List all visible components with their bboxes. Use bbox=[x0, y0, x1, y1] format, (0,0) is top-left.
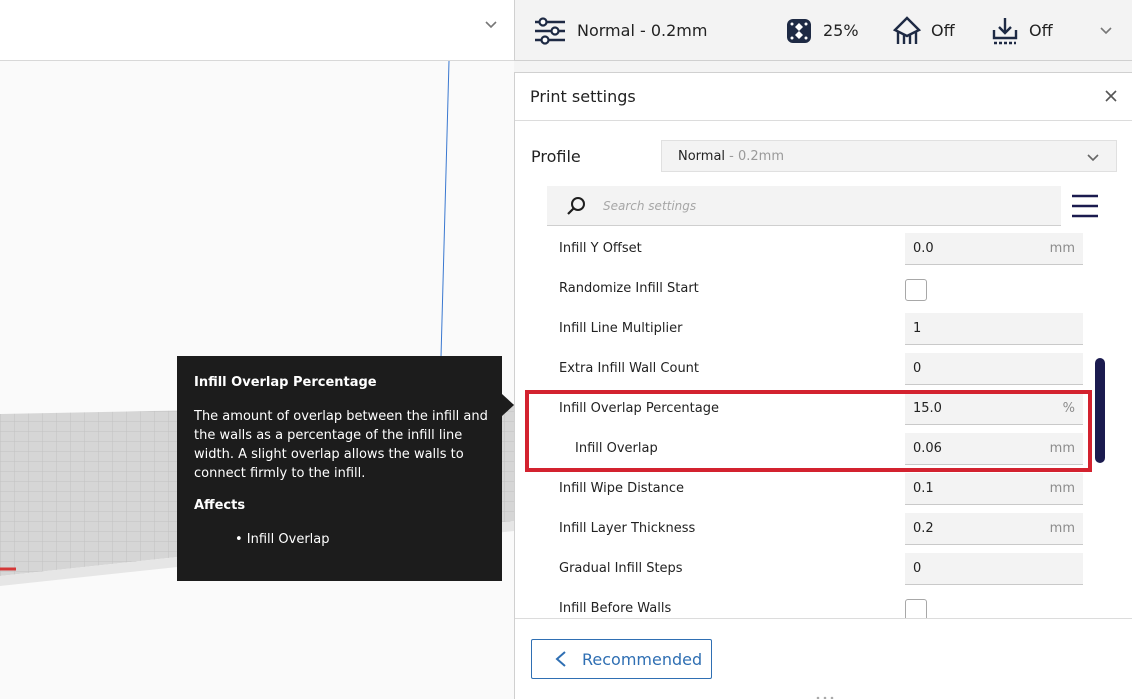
chevron-down-icon[interactable] bbox=[484, 18, 498, 32]
setting-tooltip: Infill Overlap Percentage The amount of … bbox=[177, 356, 502, 581]
support-icon bbox=[893, 15, 921, 44]
profile-label: Profile bbox=[531, 147, 581, 166]
chevron-left-icon bbox=[555, 651, 566, 667]
setting-label: Gradual Infill Steps bbox=[559, 561, 683, 576]
header-expand[interactable] bbox=[1099, 0, 1113, 61]
setting-value: 1 bbox=[913, 321, 922, 336]
chevron-down-icon[interactable] bbox=[1099, 24, 1113, 38]
tooltip-arrow bbox=[502, 394, 514, 416]
recommended-button-label: Recommended bbox=[582, 649, 703, 669]
search-icon bbox=[567, 197, 585, 215]
setting-unit: mm bbox=[1049, 241, 1075, 256]
header-infill-text: 25% bbox=[823, 21, 859, 40]
setting-input[interactable]: 0 bbox=[905, 353, 1083, 385]
adhesion-icon bbox=[992, 17, 1018, 44]
setting-row: Extra Infill Wall Count 0 bbox=[515, 353, 1132, 393]
setting-label: Infill Line Multiplier bbox=[559, 321, 683, 336]
setting-unit: mm bbox=[1049, 441, 1075, 456]
setting-input[interactable]: 0.06 mm bbox=[905, 433, 1083, 465]
setting-value: 0.1 bbox=[913, 481, 934, 496]
setting-input[interactable]: 0.2 mm bbox=[905, 513, 1083, 545]
setting-label: Extra Infill Wall Count bbox=[559, 361, 700, 376]
setting-unit: % bbox=[1062, 401, 1075, 416]
header-profile[interactable]: Normal - 0.2mm bbox=[533, 0, 707, 61]
setting-value: 0 bbox=[913, 561, 922, 576]
setting-unit: mm bbox=[1049, 521, 1075, 536]
setting-value: 0.06 bbox=[913, 441, 942, 456]
setting-value: 0.2 bbox=[913, 521, 934, 536]
setting-label: Randomize Infill Start bbox=[559, 281, 699, 296]
setting-row: Infill Before Walls bbox=[515, 593, 1132, 618]
settings-scrollbar[interactable] bbox=[1095, 358, 1105, 463]
setting-checkbox[interactable] bbox=[905, 279, 927, 301]
print-settings-panel: Print settings Profile Normal - 0.2mm In… bbox=[514, 72, 1132, 699]
profile-dropdown-value: Normal - 0.2mm bbox=[678, 149, 785, 164]
recommended-button[interactable]: Recommended bbox=[531, 639, 712, 679]
setting-value: 0 bbox=[913, 361, 922, 376]
setting-input[interactable]: 1 bbox=[905, 313, 1083, 345]
chevron-down-icon bbox=[1087, 154, 1099, 162]
setting-label: Infill Wipe Distance bbox=[559, 481, 685, 496]
setting-row: Infill Line Multiplier 1 bbox=[515, 313, 1132, 353]
tooltip-title: Infill Overlap Percentage bbox=[194, 375, 377, 390]
setting-row: Infill Overlap Percentage 15.0% bbox=[515, 393, 1132, 433]
setting-input[interactable]: 0 bbox=[905, 553, 1083, 585]
print-settings-header[interactable]: Normal - 0.2mm 25% Off Off bbox=[514, 0, 1132, 61]
setting-input[interactable]: 15.0% bbox=[905, 393, 1083, 425]
infill-icon bbox=[787, 18, 811, 43]
header-adhesion[interactable]: Off bbox=[991, 0, 1053, 61]
settings-list[interactable]: Infill Y Offset 0.0 mm Randomize Infill Sta… bbox=[515, 233, 1132, 618]
close-icon[interactable] bbox=[1104, 89, 1118, 103]
sliders-icon bbox=[535, 16, 565, 45]
setting-label: Infill Layer Thickness bbox=[559, 521, 696, 536]
panel-footer: Recommended bbox=[515, 618, 1132, 699]
search-input[interactable] bbox=[603, 194, 1043, 218]
setting-row: Infill Y Offset 0.0 mm bbox=[515, 233, 1132, 273]
setting-input[interactable]: 0.0 mm bbox=[905, 233, 1083, 265]
header-infill[interactable]: 25% bbox=[785, 0, 859, 61]
tooltip-affected-item: • Infill Overlap bbox=[235, 532, 330, 547]
header-support[interactable]: Off bbox=[893, 0, 955, 61]
setting-input[interactable]: 0.1 mm bbox=[905, 473, 1083, 505]
menu-icon[interactable] bbox=[1071, 193, 1099, 219]
setting-value: 0.0 bbox=[913, 241, 934, 256]
search-box[interactable] bbox=[547, 186, 1061, 226]
machine-selector-bar[interactable] bbox=[0, 0, 514, 61]
header-support-text: Off bbox=[931, 21, 955, 40]
setting-checkbox[interactable] bbox=[905, 599, 927, 618]
setting-label: Infill Before Walls bbox=[559, 601, 672, 616]
header-adhesion-text: Off bbox=[1029, 21, 1053, 40]
tooltip-description: The amount of overlap between the infill… bbox=[194, 409, 488, 481]
setting-row: Infill Wipe Distance 0.1 mm bbox=[515, 473, 1132, 513]
setting-label: Infill Overlap bbox=[575, 441, 658, 456]
setting-row: Gradual Infill Steps 0 bbox=[515, 553, 1132, 593]
panel-title-bar: Print settings bbox=[515, 73, 1132, 121]
setting-row: Randomize Infill Start bbox=[515, 273, 1132, 313]
setting-unit: mm bbox=[1049, 481, 1075, 496]
tooltip-affects-label: Affects bbox=[194, 498, 246, 513]
header-profile-text: Normal - 0.2mm bbox=[577, 21, 708, 40]
setting-value: 15.0 bbox=[913, 401, 942, 416]
panel-title: Print settings bbox=[530, 87, 636, 106]
setting-row: Infill Layer Thickness 0.2 mm bbox=[515, 513, 1132, 553]
setting-row: Infill Overlap 0.06 mm bbox=[515, 433, 1132, 473]
setting-label: Infill Overlap Percentage bbox=[559, 401, 719, 416]
profile-dropdown[interactable]: Normal - 0.2mm bbox=[661, 140, 1117, 172]
setting-label: Infill Y Offset bbox=[559, 241, 642, 256]
